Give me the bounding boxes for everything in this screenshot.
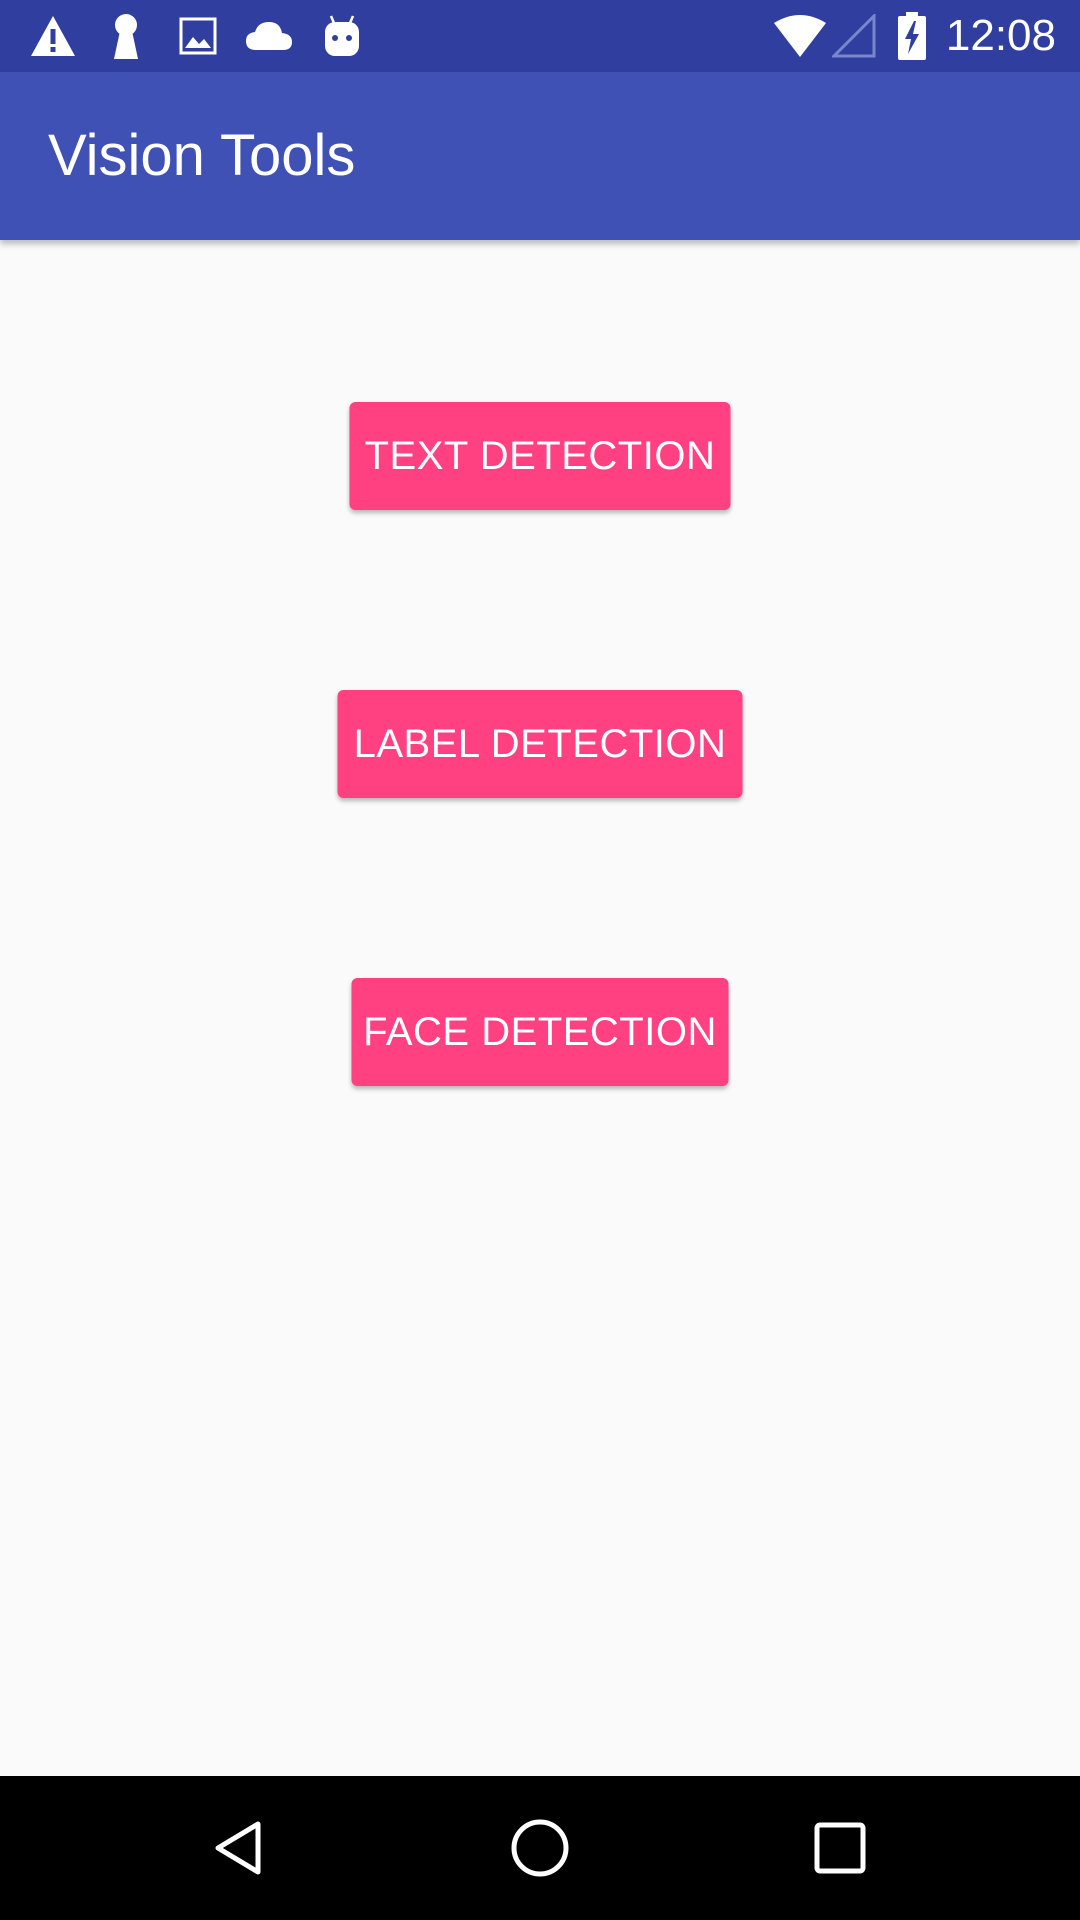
screen: 12:08 Vision Tools TEXT DETECTION LABEL … [0,0,1080,1920]
main-content: TEXT DETECTION LABEL DETECTION FACE DETE… [0,240,1080,1776]
recents-button[interactable] [768,1776,912,1920]
image-icon [178,0,218,72]
app-title: Vision Tools [48,123,356,188]
wifi-icon [772,0,828,72]
face-detection-button[interactable]: FACE DETECTION [351,978,729,1086]
android-robot-icon [322,0,362,72]
cloud-icon [244,0,294,72]
home-icon [511,1819,569,1877]
app-bar: Vision Tools [0,72,1080,240]
recents-icon [814,1822,866,1874]
label-detection-button[interactable]: LABEL DETECTION [337,690,743,798]
warning-icon [28,0,78,72]
battery-charging-icon [894,0,930,72]
home-button[interactable] [468,1776,612,1920]
cell-signal-icon [830,0,878,72]
keyhole-icon [108,0,144,72]
navigation-bar [0,1776,1080,1920]
text-detection-button[interactable]: TEXT DETECTION [349,402,731,510]
back-button[interactable] [168,1776,312,1920]
status-bar: 12:08 [0,0,1080,72]
back-icon [215,1821,261,1875]
status-time: 12:08 [945,11,1056,60]
